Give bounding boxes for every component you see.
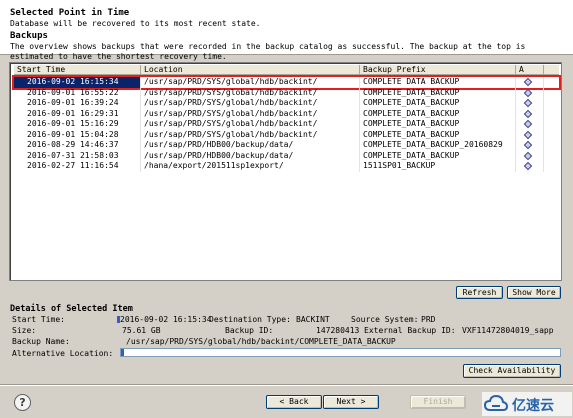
cell-location: /usr/sap/PRD/SYS/global/hdb/backint/ (141, 119, 360, 130)
next-button[interactable]: Next > (323, 395, 379, 409)
column-header-start-time[interactable]: Start Time (14, 65, 141, 75)
cell-backup-prefix: COMPLETE_DATA_BACKUP (360, 119, 516, 130)
finish-button[interactable]: Finish (410, 395, 466, 409)
column-header-location[interactable]: Location (141, 65, 360, 75)
diamond-icon (523, 98, 533, 108)
table-row[interactable]: 2016-09-01 15:04:28/usr/sap/PRD/SYS/glob… (14, 129, 559, 140)
page-subtitle: Database will be recovered to its most r… (10, 19, 261, 28)
size-label: Size: (12, 326, 37, 335)
cell-start-time: 2016-09-01 15:04:28 (14, 129, 141, 140)
table-row[interactable]: 2016-09-01 16:39:24/usr/sap/PRD/SYS/glob… (14, 98, 559, 109)
cell-start-time: 2016-07-31 21:58:03 (14, 150, 141, 161)
cell-availability (516, 150, 544, 161)
cell-start-time: 2016-09-01 16:39:24 (14, 98, 141, 109)
column-header-label: Start Time (17, 65, 66, 74)
column-header-backup-prefix[interactable]: Backup Prefix (360, 65, 516, 75)
table-header: Start Time Location Backup Prefix A (14, 65, 559, 75)
cell-availability (516, 140, 544, 151)
cell-availability (516, 98, 544, 109)
cell-availability (516, 77, 544, 88)
cell-start-time: 2016-08-29 14:46:37 (14, 140, 141, 151)
check-availability-button[interactable]: Check Availability (463, 364, 561, 378)
diamond-icon (523, 140, 533, 150)
external-backup-id-label: External Backup ID: (364, 326, 456, 335)
start-time-value: 2016-09-02 16:15:34 (120, 315, 212, 324)
cell-location: /usr/sap/PRD/SYS/global/hdb/backint/ (141, 129, 360, 140)
table-row[interactable]: 2016-08-29 14:46:37/usr/sap/PRD/HDB00/ba… (14, 140, 559, 151)
destination-type-label: Destination Type: (209, 315, 291, 324)
backup-id-label: Backup ID: (225, 326, 274, 335)
text-cursor (117, 316, 120, 323)
footer-separator (0, 384, 573, 386)
alternative-location-input[interactable] (120, 348, 561, 357)
table-row[interactable]: 2016-07-31 21:58:03/usr/sap/PRD/HDB00/ba… (14, 150, 559, 161)
cell-availability (516, 129, 544, 140)
diamond-icon (523, 119, 533, 129)
watermark-area: 亿速云 (482, 392, 572, 416)
size-value: 75.61 GB (122, 326, 161, 335)
cell-backup-prefix: COMPLETE_DATA_BACKUP_20160829 (360, 140, 516, 151)
watermark-text: 亿速云 (512, 398, 554, 414)
cell-availability (516, 161, 544, 172)
cell-location: /usr/sap/PRD/SYS/global/hdb/backint/ (141, 87, 360, 98)
details-heading: Details of Selected Item (10, 304, 133, 314)
cloud-logo-icon (484, 394, 508, 411)
table-row[interactable]: 2016-09-01 15:16:29/usr/sap/PRD/SYS/glob… (14, 119, 559, 130)
diamond-icon (523, 151, 533, 160)
cell-location: /usr/sap/PRD/SYS/global/hdb/backint/ (141, 108, 360, 119)
column-header-label: Location (144, 65, 183, 74)
table-row[interactable]: 2016-09-01 16:55:22/usr/sap/PRD/SYS/glob… (14, 87, 559, 98)
page-title: Selected Point in Time (10, 8, 130, 18)
destination-type-value: BACKINT (296, 315, 330, 324)
cell-start-time: 2016-09-01 15:16:29 (14, 119, 141, 130)
start-time-label: Start Time: (12, 315, 65, 324)
external-backup-id-value: VXF11472804019_sapp (462, 326, 554, 335)
cell-start-time: 2016-09-01 16:29:31 (14, 108, 141, 119)
cell-backup-prefix: COMPLETE_DATA_BACKUP (360, 150, 516, 161)
source-system-value: PRD (421, 315, 436, 324)
cell-backup-prefix: COMPLETE_DATA_BACKUP (360, 87, 516, 98)
cell-backup-prefix: 1511SP01_BACKUP (360, 161, 516, 172)
cell-availability (516, 119, 544, 130)
diamond-icon (523, 161, 533, 171)
cell-backup-prefix: COMPLETE_DATA_BACKUP (360, 98, 516, 109)
cell-availability (516, 108, 544, 119)
backup-name-value: /usr/sap/PRD/SYS/global/hdb/backint/COMP… (126, 337, 396, 346)
cell-start-time: 2016-09-01 16:55:22 (14, 87, 141, 98)
column-header-label: A (519, 65, 524, 74)
diamond-icon (523, 130, 533, 139)
refresh-button[interactable]: Refresh (456, 286, 503, 299)
table-row[interactable]: 2016-09-01 16:29:31/usr/sap/PRD/SYS/glob… (14, 108, 559, 119)
cell-backup-prefix: COMPLETE_DATA_BACKUP (360, 108, 516, 119)
column-header-label: Backup Prefix (363, 65, 426, 74)
cell-location: /hana/export/201511sp1export/ (141, 161, 360, 172)
column-header-availability[interactable]: A (516, 65, 544, 75)
backup-name-label: Backup Name: (12, 337, 70, 346)
backup-id-value: 147280413 (316, 326, 360, 335)
cell-start-time: 2016-02-27 11:16:54 (14, 161, 141, 172)
table-row-selected[interactable]: 2016-09-02 16:15:34/usr/sap/PRD/SYS/glob… (12, 75, 561, 90)
diamond-icon (523, 77, 533, 87)
cell-start-time: 2016-09-02 16:15:34 (14, 77, 141, 88)
alternative-location-label: Alternative Location: (12, 349, 114, 358)
table-row[interactable]: 2016-02-27 11:16:54/hana/export/201511sp… (14, 161, 559, 172)
backups-table[interactable]: Start Time Location Backup Prefix A 2016… (9, 62, 562, 281)
cell-backup-prefix: COMPLETE DATA BACKUP (360, 77, 516, 88)
overview-text: The overview shows backups that were rec… (10, 42, 526, 61)
help-icon[interactable]: ? (14, 394, 31, 411)
cell-backup-prefix: COMPLETE_DATA_BACKUP (360, 129, 516, 140)
show-more-button[interactable]: Show More (507, 286, 561, 299)
back-button[interactable]: < Back (266, 395, 322, 409)
cell-location: /usr/sap/PRD/SYS/global/hdb/backint/ (141, 98, 360, 109)
source-system-label: Source System: (351, 315, 419, 324)
input-cursor (121, 349, 124, 356)
cell-location: /usr/sap/PRD/HDB00/backup/data/ (141, 150, 360, 161)
cell-location: /usr/sap/PRD/HDB00/backup/data/ (141, 140, 360, 151)
diamond-icon (523, 88, 533, 97)
diamond-icon (523, 109, 533, 118)
cell-availability (516, 87, 544, 98)
cell-location: /usr/sap/PRD/SYS/global/hdb/backint/ (141, 77, 360, 88)
backups-heading: Backups (10, 31, 48, 41)
